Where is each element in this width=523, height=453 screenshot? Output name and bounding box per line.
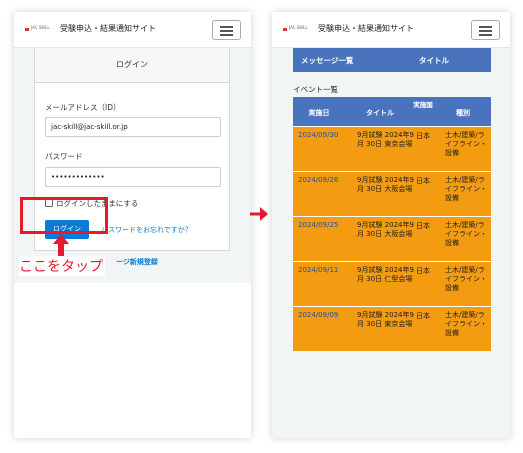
event-venue: 日本 [416,312,430,320]
event-type: 土木/建築/ライフライン・設備 [445,266,487,292]
venue-column-header: 実施国 [413,101,433,109]
title-column-header: タイトル [366,109,394,117]
right-arrow-icon [250,207,268,221]
hamburger-icon [479,30,492,32]
table-row[interactable]: 2024/09/30 9月試験 2024年9月 30日 東京会場 日本 土木/建… [293,126,491,171]
menu-toggle-button[interactable] [471,20,500,40]
event-title: 9月試験 2024年9月 30日 東京会場 [357,311,414,328]
hamburger-icon [220,34,233,36]
highlight-box [20,197,108,234]
event-date-link[interactable]: 2024/09/11 [298,266,338,274]
table-row[interactable]: 2024/09/11 9月試験 2024年9月 30日 仁型会場 日本 土木/建… [293,261,491,306]
register-link[interactable]: ージ新規登録 [116,257,158,267]
site-title: 受験申込・結果通知サイト [60,24,156,33]
event-title: 9月試験 2024年9月 30日 東京会場 [357,131,414,148]
events-section-title: イベント一覧 [293,85,338,94]
password-field[interactable]: ••••••••••••• [45,167,221,187]
table-row[interactable]: 2024/09/09 9月試験 2024年9月 30日 東京会場 日本 土木/建… [293,306,491,351]
logo-mark [25,28,29,31]
event-date-link[interactable]: 2024/09/26 [298,176,338,184]
hamburger-icon [479,26,492,28]
site-title: 受験申込・結果通知サイト [318,24,414,33]
tap-here-label: ここをタップ [19,256,105,276]
event-title: 9月試験 2024年9月 30日 大阪会場 [357,221,414,238]
email-label: メールアドレス（ID） [45,103,121,112]
hamburger-icon [479,34,492,36]
site-logo[interactable]: JAC SKILL [25,25,55,32]
event-type: 土木/建築/ライフライン・設備 [445,176,487,202]
forgot-password-link[interactable]: パスワードをお忘れですか？ [101,225,223,235]
table-row[interactable]: 2024/09/25 9月試験 2024年9月 30日 大阪会場 日本 土木/建… [293,216,491,261]
event-venue: 日本 [416,177,430,185]
event-title: 9月試験 2024年9月 30日 大阪会場 [357,176,414,193]
event-title: 9月試験 2024年9月 30日 仁型会場 [357,266,414,283]
event-type: 土木/建築/ライフライン・設備 [445,131,487,157]
events-table-header: 実施日 タイトル 実施国 種別 [293,97,491,126]
menu-toggle-button[interactable] [212,20,241,40]
hamburger-icon [220,26,233,28]
date-column-header: 実施日 [308,109,330,117]
messages-table-header: メッセージ一覧 タイトル [293,48,491,72]
event-venue: 日本 [416,267,430,275]
type-column-header: 種別 [456,109,470,117]
event-venue: 日本 [416,132,430,140]
event-date-link[interactable]: 2024/09/25 [298,221,338,229]
event-date-link[interactable]: 2024/09/09 [298,311,338,319]
login-card-title: ログイン [35,48,229,83]
table-row[interactable]: 2024/09/26 9月試験 2024年9月 30日 大阪会場 日本 土木/建… [293,171,491,216]
site-logo[interactable]: JAC SKILL [283,25,313,32]
email-field[interactable]: jac-skill@jac-skill.or.jp [45,117,221,137]
navbar: JAC SKILL 受験申込・結果通知サイト [14,12,251,48]
logo-text: JAC SKILL [289,25,308,30]
event-type: 土木/建築/ライフライン・設備 [445,221,487,247]
event-type: 土木/建築/ライフライン・設備 [445,311,487,337]
title-column-header: タイトル [419,56,449,65]
password-label: パスワード [45,152,83,161]
navbar: JAC SKILL 受験申込・結果通知サイト [272,12,510,48]
event-date-link[interactable]: 2024/09/30 [298,131,338,139]
messages-column-header: メッセージ一覧 [301,56,354,65]
logo-text: JAC SKILL [31,25,50,30]
hamburger-icon [220,30,233,32]
events-table: 実施日 タイトル 実施国 種別 2024/09/30 9月試験 2024年9月 … [293,97,491,351]
logo-mark [283,28,287,31]
events-screen: JAC SKILL 受験申込・結果通知サイト メッセージ一覧 タイトル イベント… [272,12,510,438]
up-arrow-icon [53,234,69,258]
event-venue: 日本 [416,222,430,230]
